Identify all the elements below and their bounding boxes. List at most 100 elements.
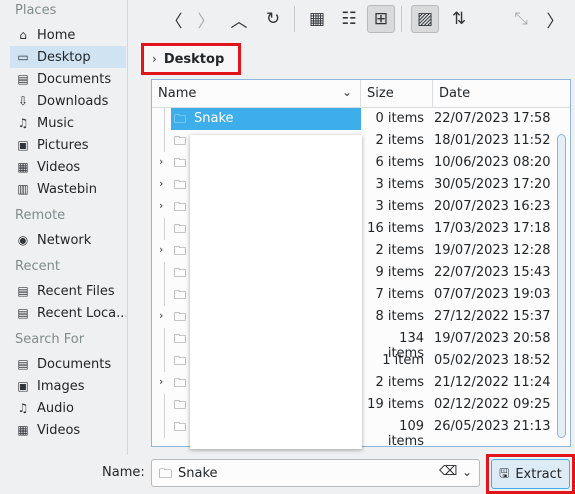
tree-guide <box>164 108 165 130</box>
tree-view-icon[interactable]: ⊞ <box>367 5 395 33</box>
places-item[interactable]: ▤ Recent Files <box>10 280 126 302</box>
places-item-label: Recent Loca... <box>37 305 126 321</box>
extract-label: Extract <box>515 466 562 482</box>
places-item-label: Pictures <box>37 137 89 153</box>
name-label: Name: <box>102 465 145 480</box>
breadcrumb-chevron-icon[interactable]: › <box>152 52 157 66</box>
back-icon[interactable]: 〈 <box>160 5 188 33</box>
file-size: 6 items <box>375 155 424 170</box>
column-date-label: Date <box>439 86 471 101</box>
folder-icon: 🗀 <box>174 134 187 148</box>
expand-chevron-icon[interactable]: › <box>159 309 163 322</box>
folder-icon: 🗀 <box>174 156 187 170</box>
expand-chevron-icon[interactable]: › <box>159 199 163 212</box>
file-date: 20/07/2023 16:23 <box>434 199 551 214</box>
expand-chevron-icon[interactable]: › <box>159 177 163 190</box>
toolbar: 〈〉 ︿ ↻ ▦ ☷ ⊞ ▨ ⇅ ⤡ 〉 <box>138 0 575 40</box>
file-date: 05/02/2023 18:52 <box>434 353 551 368</box>
expand-chevron-icon[interactable]: › <box>159 155 163 168</box>
file-date: 30/05/2023 17:20 <box>434 177 551 192</box>
tree-guide <box>164 284 165 306</box>
column-header: Name ⌄ Size Date <box>152 80 570 108</box>
places-item[interactable]: ♫ Audio <box>10 397 126 419</box>
file-date: 27/12/2022 15:37 <box>434 309 551 324</box>
expand-chevron-icon[interactable]: › <box>159 243 163 256</box>
name-field[interactable]: 🗀 ⌫ ⌄ <box>151 459 480 487</box>
music-icon: ♫ <box>17 116 29 130</box>
icon-view-icon[interactable]: ▦ <box>303 5 331 33</box>
places-item[interactable]: ▣ Images <box>10 375 126 397</box>
places-item[interactable]: ▤ Recent Loca... <box>10 302 126 324</box>
places-item-label: Downloads <box>37 93 109 109</box>
places-item-label: Desktop <box>37 49 91 65</box>
file-date: 22/07/2023 15:43 <box>434 265 551 280</box>
clear-icon[interactable]: ⌫ <box>439 464 457 479</box>
home-icon: ⌂ <box>19 28 27 42</box>
recent-locations-icon: ▤ <box>17 306 29 320</box>
vertical-scrollbar[interactable] <box>557 134 566 438</box>
file-size: 3 items <box>375 177 424 192</box>
places-item-label: Music <box>37 115 74 131</box>
file-size: 2 items <box>375 243 424 258</box>
tree-guide <box>164 416 165 438</box>
extract-button[interactable]: 🖫 Extract <box>491 459 570 489</box>
toolbar-separator <box>294 6 295 32</box>
places-item[interactable]: ⌂ Home <box>10 24 126 46</box>
table-row[interactable]: 🗀 Snake 0 items 22/07/2023 17:58 <box>152 108 556 130</box>
chevron-down-icon[interactable]: ⌄ <box>462 465 472 479</box>
forward-icon[interactable]: 〉 <box>192 5 220 33</box>
video-icon: ▦ <box>17 160 29 174</box>
file-date: 02/12/2022 09:25 <box>434 397 551 412</box>
places-item-label: Network <box>37 232 92 248</box>
tree-guide <box>164 262 165 284</box>
column-date[interactable]: Date <box>432 80 570 107</box>
sort-icon[interactable]: ⇅ <box>445 5 473 33</box>
folder-icon: 🗀 <box>174 332 187 346</box>
extract-icon: 🖫 <box>499 465 510 480</box>
column-name[interactable]: Name <box>152 80 360 107</box>
places-item[interactable]: ▭ Desktop <box>10 46 126 68</box>
breadcrumb-desktop[interactable]: Desktop <box>164 52 224 67</box>
places-item-label: Documents <box>37 356 112 372</box>
file-size: 7 items <box>375 287 424 302</box>
folder-icon: 🗀 <box>174 222 187 236</box>
desktop-icon: ▭ <box>17 50 29 64</box>
file-size: 8 items <box>375 309 424 324</box>
places-item[interactable]: ♫ Music <box>10 112 126 134</box>
column-size[interactable]: Size <box>360 80 432 107</box>
folder-icon: 🗀 <box>174 310 187 324</box>
places-item[interactable]: ▦ Videos <box>10 156 126 178</box>
folder-icon: 🗀 <box>174 420 187 434</box>
tree-guide <box>164 218 165 240</box>
reload-icon[interactable]: ↻ <box>259 5 287 33</box>
file-date: 19/07/2023 12:28 <box>434 243 551 258</box>
panel-divider[interactable] <box>127 0 128 455</box>
up-icon[interactable]: ︿ <box>225 5 253 33</box>
expand-chevron-icon[interactable]: › <box>159 375 163 388</box>
places-item[interactable]: ▦ Videos <box>10 419 126 441</box>
places-item[interactable]: ◉ Network <box>10 229 126 251</box>
column-name-label: Name <box>158 86 197 101</box>
tree-guide <box>164 394 165 416</box>
places-item[interactable]: ▥ Wastebin <box>10 178 126 200</box>
detail-view-icon[interactable]: ☷ <box>335 5 363 33</box>
folder-icon: 🗀 <box>174 178 187 192</box>
places-item[interactable]: ⇩ Downloads <box>10 90 126 112</box>
tree-guide <box>164 350 165 372</box>
name-input[interactable] <box>178 463 418 483</box>
preview-icon[interactable]: ▨ <box>411 5 439 33</box>
file-size: 2 items <box>375 375 424 390</box>
folder-icon: 🗀 <box>174 288 187 302</box>
zoom-icon[interactable]: ⤡ <box>507 5 535 33</box>
search-documents-icon: ▤ <box>17 357 29 371</box>
sort-chevron-down-icon[interactable]: ⌄ <box>342 85 352 99</box>
folder-icon: 🗀 <box>174 244 187 258</box>
places-item[interactable]: ▤ Documents <box>10 68 126 90</box>
places-item[interactable]: ▣ Pictures <box>10 134 126 156</box>
section-header: Recent <box>15 259 60 274</box>
places-item[interactable]: ▤ Documents <box>10 353 126 375</box>
column-size-label: Size <box>367 86 394 101</box>
breadcrumb[interactable]: › Desktop <box>141 43 241 75</box>
more-icon[interactable]: 〉 <box>541 5 569 33</box>
file-size: 109 items <box>387 419 424 447</box>
